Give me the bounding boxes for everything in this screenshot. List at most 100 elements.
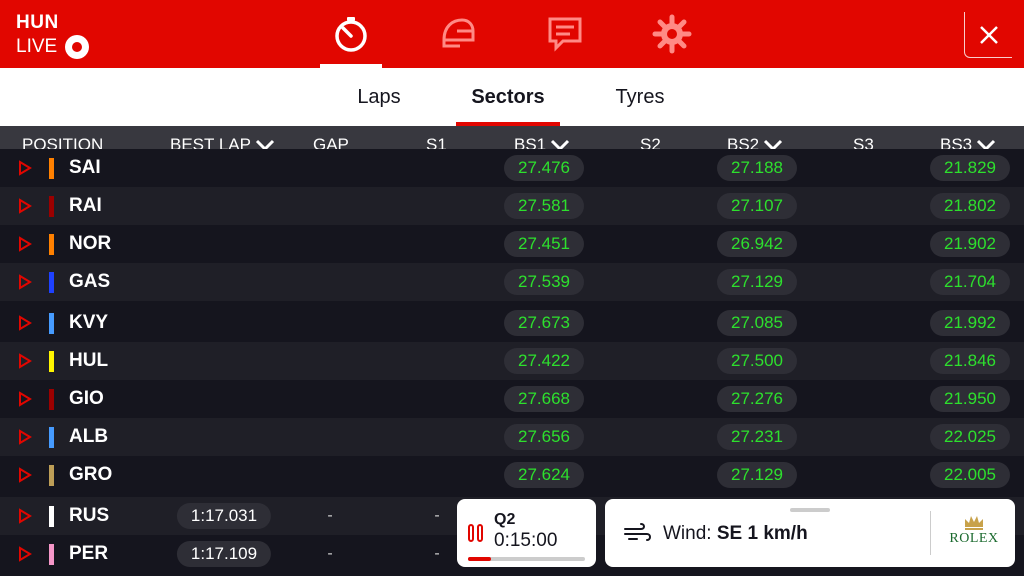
bs3-value: 22.025 [930,424,1010,450]
best-lap-value: 1:17.031 [176,503,272,529]
bs3-value: 22.005 [930,462,1010,488]
bs1-value: 27.668 [504,386,584,412]
driver-code: SAI [69,157,101,178]
session-progress-bar [468,557,585,561]
weather-card[interactable]: Wind: SE 1 km/h ROLEX [605,499,1015,567]
bs2-value: 27.129 [717,269,797,295]
s1-value: - [434,507,440,524]
team-color-bar [49,465,54,486]
team-color-bar [49,313,54,334]
nav-settings-button[interactable] [641,0,703,68]
gear-icon [652,14,692,54]
live-label: LIVE [16,36,58,57]
close-icon [979,25,998,44]
tab-sectors[interactable]: Sectors [456,68,560,126]
expand-row-icon[interactable] [18,546,32,562]
driver-code: GRO [69,464,113,485]
driver-code: ALB [69,426,109,447]
live-dot-icon [65,35,90,59]
wind-label: Wind: [663,523,712,544]
s1-value: - [434,545,440,562]
view-tabs: Laps Sectors Tyres [0,68,1024,126]
sponsor-brand: ROLEX [949,531,999,546]
gap-value: - [327,545,333,562]
tab-tyres[interactable]: Tyres [598,68,682,126]
bs2-value: 27.085 [717,310,797,336]
driver-code: KVY [69,312,109,333]
team-color-bar [49,234,54,255]
bs3-value: 21.829 [930,155,1010,181]
session-name: Q2 [494,511,516,528]
driver-code: GIO [69,388,104,409]
drag-handle[interactable] [790,508,830,512]
driver-code: PER [69,543,109,564]
bs2-value: 27.500 [717,348,797,374]
expand-row-icon[interactable] [18,353,32,369]
bs1-value: 27.476 [504,155,584,181]
team-color-bar [49,544,54,565]
wind-icon [624,523,651,541]
pause-icon [468,524,483,542]
top-bar: HUN LIVE [0,0,1024,68]
table-row[interactable]: RAI 27.581 27.107 21.802 [0,187,1024,225]
expand-row-icon[interactable] [18,391,32,407]
nav-timing-button[interactable] [320,0,382,68]
bs2-value: 27.276 [717,386,797,412]
driver-code: HUL [69,350,109,371]
table-row[interactable]: GIO 27.668 27.276 21.950 [0,380,1024,418]
main-nav [320,0,748,68]
driver-code: RAI [69,195,102,216]
session-clock: 0:15:00 [494,530,558,551]
table-row[interactable]: NOR 27.451 26.942 21.902 [0,225,1024,263]
expand-row-icon[interactable] [18,236,32,252]
table-row[interactable]: ALB 27.656 27.231 22.025 [0,418,1024,456]
best-lap-value: 1:17.109 [176,541,272,567]
team-color-bar [49,427,54,448]
bs1-value: 27.451 [504,231,584,257]
wind-value: SE 1 km/h [716,523,808,544]
team-color-bar [49,158,54,179]
divider [930,511,931,555]
expand-row-icon[interactable] [18,198,32,214]
bs3-value: 21.902 [930,231,1010,257]
expand-row-icon[interactable] [18,429,32,445]
chat-icon [548,17,582,52]
bs1-value: 27.673 [504,310,584,336]
team-color-bar [49,272,54,293]
nav-messages-button[interactable] [534,0,596,68]
expand-row-icon[interactable] [18,160,32,176]
table-row[interactable]: SAI 27.476 27.188 21.829 [0,149,1024,187]
session-code: HUN [16,12,59,33]
gap-value: - [327,507,333,524]
team-color-bar [49,389,54,410]
bs1-value: 27.539 [504,269,584,295]
nav-driver-button[interactable] [427,0,489,68]
session-progress-fill [468,557,492,561]
bs2-value: 27.107 [717,193,797,219]
table-row[interactable]: HUL 27.422 27.500 21.846 [0,342,1024,380]
team-color-bar [49,506,54,527]
expand-row-icon[interactable] [18,467,32,483]
expand-row-icon[interactable] [18,315,32,331]
table-row[interactable]: GRO 27.624 27.129 22.005 [0,456,1024,494]
bs3-value: 21.802 [930,193,1010,219]
bs3-value: 21.992 [930,310,1010,336]
bs1-value: 27.422 [504,348,584,374]
team-color-bar [49,196,54,217]
table-row[interactable]: GAS 27.539 27.129 21.704 [0,263,1024,301]
team-color-bar [49,351,54,372]
tab-laps[interactable]: Laps [340,68,418,126]
expand-row-icon[interactable] [18,274,32,290]
crown-icon [965,516,983,530]
stopwatch-icon [335,17,367,52]
bs2-value: 27.188 [717,155,797,181]
session-indicator: HUN LIVE [16,12,90,59]
bs1-value: 27.624 [504,462,584,488]
session-timer-card[interactable]: Q2 0:15:00 [457,499,596,567]
driver-code: GAS [69,271,111,292]
table-row[interactable]: KVY 27.673 27.085 21.992 [0,304,1024,342]
live-indicator: LIVE [16,35,90,59]
expand-row-icon[interactable] [18,508,32,524]
close-button[interactable] [964,12,1012,58]
bs3-value: 21.704 [930,269,1010,295]
